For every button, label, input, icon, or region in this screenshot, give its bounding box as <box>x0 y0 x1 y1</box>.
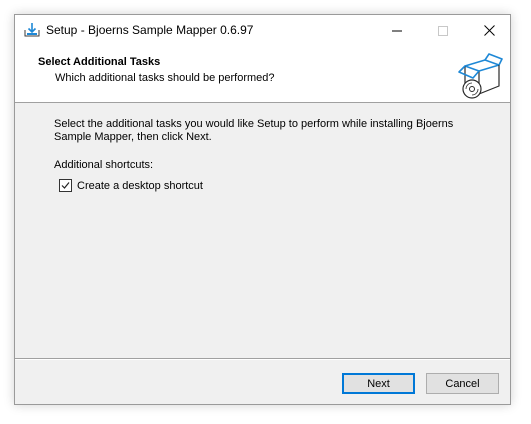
close-icon <box>483 25 495 36</box>
next-button[interactable]: Next <box>342 373 415 394</box>
wizard-header: Select Additional Tasks Which additional… <box>15 46 510 103</box>
page-subtitle: Which additional tasks should be perform… <box>55 72 275 84</box>
title-bar[interactable]: Setup - Bjoerns Sample Mapper 0.6.97 <box>15 15 510 46</box>
desktop-shortcut-label: Create a desktop shortcut <box>77 179 203 192</box>
maximize-button <box>420 15 466 46</box>
wizard-content: Select the additional tasks you would li… <box>15 103 510 358</box>
close-button[interactable] <box>466 15 512 46</box>
window-title: Setup - Bjoerns Sample Mapper 0.6.97 <box>46 23 254 37</box>
task-description: Select the additional tasks you would li… <box>54 118 454 143</box>
minimize-icon <box>392 30 402 31</box>
setup-app-icon <box>23 21 41 39</box>
cancel-button[interactable]: Cancel <box>426 373 499 394</box>
desktop-shortcut-checkbox[interactable]: Create a desktop shortcut <box>59 179 203 192</box>
checkbox-box[interactable] <box>59 179 72 192</box>
page-title: Select Additional Tasks <box>38 56 161 68</box>
maximize-icon <box>438 25 448 36</box>
setup-window: Setup - Bjoerns Sample Mapper 0.6.97 Sel… <box>14 14 511 405</box>
minimize-button[interactable] <box>374 15 420 46</box>
footer-divider <box>15 358 510 360</box>
shortcuts-group-label: Additional shortcuts: <box>54 159 154 171</box>
install-box-cd-icon <box>455 52 503 100</box>
checkmark-icon <box>61 182 70 189</box>
